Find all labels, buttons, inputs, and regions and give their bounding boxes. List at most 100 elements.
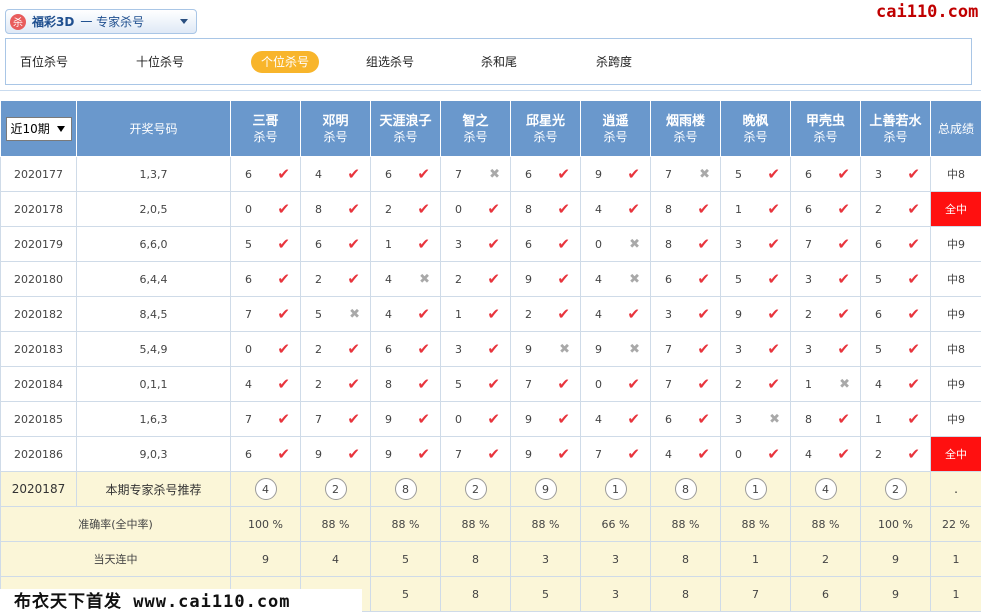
- kill-number: 9: [525, 412, 532, 426]
- kill-number: 5: [315, 307, 322, 321]
- check-icon: ✔: [907, 164, 920, 183]
- stat-cell: 6: [790, 576, 861, 612]
- stat-cell: 88 %: [370, 506, 441, 542]
- check-icon: ✔: [557, 199, 570, 218]
- recommend-cell: 8: [650, 471, 721, 507]
- table-row: 2020179 6,6,0 5 ✔ 6 ✔ 1 ✔ 3 ✔ 6 ✔ 0 ✖ 8 ✔ 3 ✔ 7 ✔ 6 ✔ 中9: [0, 226, 981, 262]
- kill-cell: 4 ✔: [230, 366, 301, 402]
- check-icon: ✔: [557, 164, 570, 183]
- kill-cell: 8 ✔: [650, 226, 721, 262]
- kill-number: 4: [665, 447, 672, 461]
- kill-number: 0: [455, 412, 462, 426]
- check-icon: ✔: [487, 339, 500, 358]
- check-icon: ✔: [487, 304, 500, 323]
- expert-header: 烟雨楼 杀号: [650, 100, 721, 157]
- kill-number: 8: [525, 202, 532, 216]
- cross-icon: ✖: [839, 376, 850, 392]
- check-icon: ✔: [557, 304, 570, 323]
- check-icon: ✔: [907, 409, 920, 428]
- kill-number: 7: [315, 412, 322, 426]
- kill-number: 9: [595, 342, 602, 356]
- kill-number: 9: [735, 307, 742, 321]
- kill-number: 8: [805, 412, 812, 426]
- check-icon: ✔: [277, 269, 290, 288]
- stat-cell: 3: [580, 576, 651, 612]
- kill-number: 3: [735, 412, 742, 426]
- stat-cell: 66 %: [580, 506, 651, 542]
- stat-cell: 9: [230, 541, 301, 577]
- recommend-cell: 2: [860, 471, 931, 507]
- expert-sub-label: 杀号: [743, 129, 768, 144]
- recommend-number: 9: [534, 478, 557, 500]
- kill-cell: 4 ✔: [370, 296, 441, 332]
- kill-cell: 2 ✔: [440, 261, 511, 297]
- check-icon: ✔: [627, 164, 640, 183]
- check-icon: ✔: [487, 199, 500, 218]
- kill-number: 2: [315, 272, 322, 286]
- draw-number-cell: 6,6,0: [76, 226, 231, 262]
- kill-number: 3: [735, 342, 742, 356]
- kill-cell: 1 ✖: [790, 366, 861, 402]
- check-icon: ✔: [277, 409, 290, 428]
- recommend-row: 2020187 本期专家杀号推荐 4 2 8 2 9 1 8 1 4 2.: [0, 471, 981, 507]
- kill-number: 5: [455, 377, 462, 391]
- kill-cell: 5 ✔: [720, 156, 791, 192]
- kill-number: 0: [245, 342, 252, 356]
- stat-cell: 4: [300, 541, 371, 577]
- stat-cell: 88 %: [510, 506, 581, 542]
- kill-number: 6: [245, 167, 252, 181]
- kill-cell: 4 ✖: [370, 261, 441, 297]
- expert-name: 邱星光: [525, 113, 565, 129]
- kill-cell: 8 ✔: [650, 191, 721, 227]
- period-cell: 2020178: [0, 191, 77, 227]
- check-icon: ✔: [767, 199, 780, 218]
- kill-number: 6: [665, 412, 672, 426]
- streak-row: 当天连中 9 4 5 8 3 3 8 1 2 9 1: [0, 541, 981, 577]
- kill-number: 1: [385, 237, 392, 251]
- kill-number: 9: [385, 447, 392, 461]
- tab-sum-tail-kill[interactable]: 杀和尾: [481, 51, 517, 73]
- period-header: 近10期: [0, 100, 77, 157]
- game-selector[interactable]: 杀 福彩3D 一 专家杀号: [5, 9, 197, 34]
- recommend-cell: 1: [720, 471, 791, 507]
- check-icon: ✔: [277, 234, 290, 253]
- draw-number-cell: 6,4,4: [76, 261, 231, 297]
- kill-number: 8: [665, 237, 672, 251]
- kill-cell: 9 ✔: [720, 296, 791, 332]
- site-watermark: cai110.com: [876, 2, 979, 22]
- total-result-cell: 中9: [930, 366, 981, 402]
- check-icon: ✔: [417, 304, 430, 323]
- kill-cell: 9 ✔: [300, 436, 371, 472]
- tab-tens-kill[interactable]: 十位杀号: [136, 51, 184, 73]
- recommend-number: 1: [604, 478, 627, 500]
- kill-cell: 8 ✔: [510, 191, 581, 227]
- kill-number: 6: [245, 447, 252, 461]
- kill-cell: 4 ✔: [860, 366, 931, 402]
- table-row: 2020186 9,0,3 6 ✔ 9 ✔ 9 ✔ 7 ✔ 9 ✔ 7 ✔ 4 ✔ 0 ✔ 4 ✔ 2 ✔ 全中: [0, 436, 981, 472]
- tab-bar: 百位杀号 十位杀号 个位杀号 组选杀号 杀和尾 杀跨度: [5, 38, 972, 85]
- kill-number: 3: [455, 237, 462, 251]
- tab-hundreds-kill[interactable]: 百位杀号: [20, 51, 68, 73]
- stat-cell: 88 %: [440, 506, 511, 542]
- check-icon: ✔: [417, 444, 430, 463]
- tab-units-kill[interactable]: 个位杀号: [251, 51, 320, 73]
- kill-cell: 2 ✔: [790, 296, 861, 332]
- total-result-cell: 全中: [930, 436, 981, 472]
- kill-cell: 6 ✔: [790, 156, 861, 192]
- kill-cell: 7 ✔: [650, 331, 721, 367]
- kill-number: 5: [875, 272, 882, 286]
- tab-span-kill[interactable]: 杀跨度: [596, 51, 632, 73]
- tab-group-kill[interactable]: 组选杀号: [366, 51, 414, 73]
- check-icon: ✔: [697, 269, 710, 288]
- period-select[interactable]: 近10期: [5, 116, 72, 141]
- kill-number: 9: [525, 447, 532, 461]
- kill-number: 9: [385, 412, 392, 426]
- kill-number: 1: [875, 412, 882, 426]
- expert-header: 智之 杀号: [440, 100, 511, 157]
- check-icon: ✔: [627, 444, 640, 463]
- expert-name: 晚枫: [742, 113, 769, 129]
- kill-number: 2: [525, 307, 532, 321]
- kill-number: 3: [455, 342, 462, 356]
- check-icon: ✔: [837, 444, 850, 463]
- kill-cell: 7 ✔: [790, 226, 861, 262]
